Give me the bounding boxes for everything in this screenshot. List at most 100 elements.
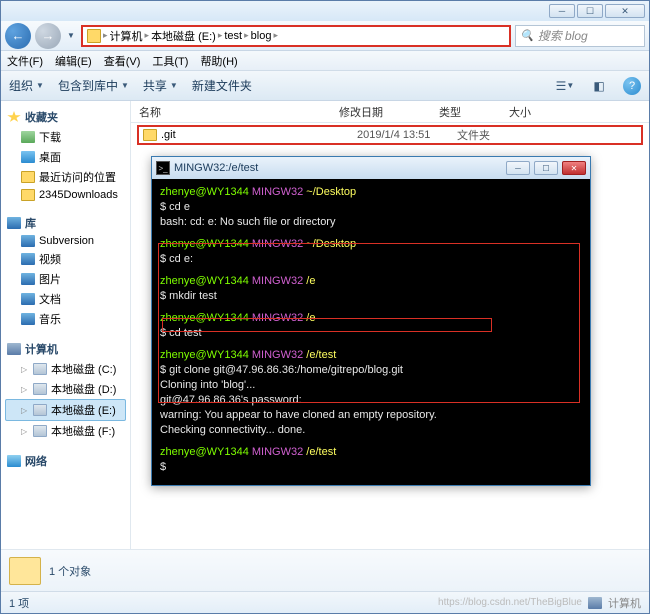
- sidebar-item-subversion[interactable]: Subversion: [5, 233, 126, 249]
- window-titlebar: ─ ☐ ✕: [1, 1, 649, 21]
- file-date: 2019/1/4 13:51: [357, 129, 457, 141]
- include-library-button[interactable]: 包含到库中▼: [58, 77, 129, 94]
- menu-view[interactable]: 查看(V): [104, 53, 141, 69]
- libraries-header[interactable]: 库: [5, 213, 126, 233]
- chevron-right-icon: ▸: [218, 30, 223, 41]
- terminal-window[interactable]: >_ MINGW32:/e/test ─ ☐ ✕ zhenye@WY1344 M…: [151, 156, 591, 486]
- chevron-right-icon: ▸: [103, 30, 108, 41]
- drive-icon: [33, 363, 47, 375]
- menu-bar: 文件(F) 编辑(E) 查看(V) 工具(T) 帮助(H): [1, 51, 649, 71]
- video-icon: [21, 253, 35, 265]
- column-headers: 名称 修改日期 类型 大小: [131, 101, 649, 123]
- help-button[interactable]: ?: [623, 77, 641, 95]
- item-count: 1 个对象: [49, 563, 91, 579]
- folder-icon: [21, 189, 35, 201]
- sidebar-item-documents[interactable]: 文档: [5, 289, 126, 309]
- search-placeholder: 搜索 blog: [538, 27, 588, 44]
- new-folder-button[interactable]: 新建文件夹: [192, 77, 252, 94]
- terminal-maximize[interactable]: ☐: [534, 161, 558, 175]
- network-icon: [7, 455, 21, 467]
- sidebar-item-drive-e[interactable]: ▷本地磁盘 (E:): [5, 399, 126, 421]
- sidebar-item-pictures[interactable]: 图片: [5, 269, 126, 289]
- minimize-button[interactable]: ─: [549, 4, 575, 18]
- sidebar-item-desktop[interactable]: 桌面: [5, 147, 126, 167]
- terminal-minimize[interactable]: ─: [506, 161, 530, 175]
- column-name[interactable]: 名称: [139, 104, 339, 120]
- sidebar-item-recent[interactable]: 最近访问的位置: [5, 167, 126, 187]
- details-pane: 1 个对象: [1, 549, 649, 591]
- menu-file[interactable]: 文件(F): [7, 53, 43, 69]
- column-type[interactable]: 类型: [439, 104, 509, 120]
- favorites-header[interactable]: 收藏夹: [5, 107, 126, 127]
- download-icon: [21, 131, 35, 143]
- file-type: 文件夹: [457, 127, 527, 143]
- sidebar-item-music[interactable]: 音乐: [5, 309, 126, 329]
- terminal-body[interactable]: zhenye@WY1344 MINGW32 ~/Desktop$ cd ebas…: [152, 179, 590, 485]
- breadcrumb-item[interactable]: blog: [251, 30, 272, 42]
- folder-icon: [87, 29, 101, 43]
- sidebar-item-2345[interactable]: 2345Downloads: [5, 187, 126, 203]
- drive-icon: [33, 404, 47, 416]
- share-button[interactable]: 共享▼: [143, 77, 178, 94]
- file-content-area: 名称 修改日期 类型 大小 .git 2019/1/4 13:51 文件夹 >_…: [131, 101, 649, 549]
- chevron-right-icon: ▸: [145, 30, 150, 41]
- chevron-right-icon: ▸: [244, 30, 249, 41]
- chevron-right-icon: ▸: [273, 30, 278, 41]
- column-date[interactable]: 修改日期: [339, 104, 439, 120]
- sidebar-item-downloads[interactable]: 下载: [5, 127, 126, 147]
- terminal-title: MINGW32:/e/test: [174, 162, 502, 174]
- desktop-icon: [21, 151, 35, 163]
- history-dropdown[interactable]: ▼: [65, 27, 77, 45]
- music-icon: [21, 313, 35, 325]
- terminal-titlebar[interactable]: >_ MINGW32:/e/test ─ ☐ ✕: [152, 157, 590, 179]
- file-name: .git: [161, 129, 357, 141]
- explorer-window: ─ ☐ ✕ ← → ▼ ▸ 计算机 ▸ 本地磁盘 (E:) ▸ test ▸ b…: [0, 0, 650, 614]
- back-button[interactable]: ←: [5, 23, 31, 49]
- preview-pane-button[interactable]: ◧: [589, 77, 609, 95]
- file-list: .git 2019/1/4 13:51 文件夹: [131, 123, 649, 147]
- breadcrumb-item[interactable]: 计算机: [110, 28, 143, 44]
- column-size[interactable]: 大小: [509, 104, 649, 120]
- star-icon: [7, 111, 21, 123]
- nav-bar: ← → ▼ ▸ 计算机 ▸ 本地磁盘 (E:) ▸ test ▸ blog ▸ …: [1, 21, 649, 51]
- watermark: https://blog.csdn.net/TheBigBlue: [438, 597, 582, 608]
- status-bar: 1 项 https://blog.csdn.net/TheBigBlue 计算机: [1, 591, 649, 613]
- drive-icon: [33, 383, 47, 395]
- close-button[interactable]: ✕: [605, 4, 645, 18]
- library-icon: [21, 235, 35, 247]
- maximize-button[interactable]: ☐: [577, 4, 603, 18]
- terminal-close[interactable]: ✕: [562, 161, 586, 175]
- file-row-git[interactable]: .git 2019/1/4 13:51 文件夹: [137, 125, 643, 145]
- view-options-button[interactable]: ☰▼: [555, 77, 575, 95]
- forward-button[interactable]: →: [35, 23, 61, 49]
- organize-button[interactable]: 组织▼: [9, 77, 44, 94]
- search-icon: 🔍: [520, 29, 534, 42]
- status-items: 1 项: [9, 595, 29, 611]
- network-header[interactable]: 网络: [5, 451, 126, 471]
- toolbar: 组织▼ 包含到库中▼ 共享▼ 新建文件夹 ☰▼ ◧ ?: [1, 71, 649, 101]
- drive-icon: [33, 425, 47, 437]
- terminal-icon: >_: [156, 161, 170, 175]
- explorer-body: 收藏夹 下载 桌面 最近访问的位置 2345Downloads 库 Subver…: [1, 101, 649, 549]
- picture-icon: [21, 273, 35, 285]
- breadcrumb-item[interactable]: 本地磁盘 (E:): [151, 28, 216, 44]
- sidebar-item-drive-c[interactable]: ▷本地磁盘 (C:): [5, 359, 126, 379]
- sidebar-item-videos[interactable]: 视频: [5, 249, 126, 269]
- breadcrumb[interactable]: ▸ 计算机 ▸ 本地磁盘 (E:) ▸ test ▸ blog ▸: [81, 25, 511, 47]
- folder-icon: [143, 129, 157, 141]
- sidebar-item-drive-d[interactable]: ▷本地磁盘 (D:): [5, 379, 126, 399]
- computer-header[interactable]: 计算机: [5, 339, 126, 359]
- computer-icon: [588, 597, 602, 609]
- nav-pane: 收藏夹 下载 桌面 最近访问的位置 2345Downloads 库 Subver…: [1, 101, 131, 549]
- computer-icon: [7, 343, 21, 355]
- menu-tools[interactable]: 工具(T): [152, 53, 188, 69]
- sidebar-item-drive-f[interactable]: ▷本地磁盘 (F:): [5, 421, 126, 441]
- breadcrumb-item[interactable]: test: [224, 30, 242, 42]
- library-icon: [7, 217, 21, 229]
- search-input[interactable]: 🔍 搜索 blog: [515, 25, 645, 47]
- recent-icon: [21, 171, 35, 183]
- menu-help[interactable]: 帮助(H): [200, 53, 237, 69]
- folder-icon: [9, 557, 41, 585]
- menu-edit[interactable]: 编辑(E): [55, 53, 92, 69]
- document-icon: [21, 293, 35, 305]
